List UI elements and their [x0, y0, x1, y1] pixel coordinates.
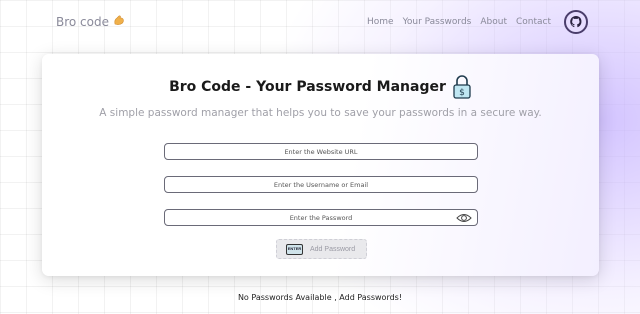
- svg-text:$: $: [459, 88, 465, 98]
- password-form-card: Bro Code - Your Password Manager $ A sim…: [42, 54, 599, 276]
- page-title: Bro Code - Your Password Manager: [169, 79, 446, 95]
- nav-link-about[interactable]: About: [480, 17, 507, 27]
- website-url-input[interactable]: [164, 143, 478, 160]
- enter-key-label: ENTER: [287, 246, 302, 251]
- username-input[interactable]: [164, 176, 478, 193]
- add-password-button[interactable]: ENTER Add Password: [276, 239, 367, 259]
- flexed-arm-icon: [113, 15, 125, 29]
- card-header: Bro Code - Your Password Manager $: [42, 74, 599, 100]
- nav-link-contact[interactable]: Contact: [516, 17, 551, 27]
- nav-links: Home Your Passwords About Contact: [367, 10, 588, 34]
- top-navbar: Bro code Home Your Passwords About Conta…: [0, 0, 640, 44]
- github-icon[interactable]: [564, 10, 588, 34]
- enter-key-icon: ENTER: [286, 243, 303, 255]
- brand-name: Bro code: [56, 15, 109, 29]
- page-subtitle: A simple password manager that helps you…: [99, 107, 542, 119]
- nav-link-your-passwords[interactable]: Your Passwords: [403, 17, 472, 27]
- empty-passwords-message: No Passwords Available , Add Passwords!: [237, 293, 403, 302]
- lock-icon: $: [452, 74, 472, 100]
- brand-logo[interactable]: Bro code: [56, 15, 125, 29]
- add-password-label: Add Password: [310, 245, 356, 253]
- nav-link-home[interactable]: Home: [367, 17, 394, 27]
- password-input[interactable]: [164, 209, 478, 226]
